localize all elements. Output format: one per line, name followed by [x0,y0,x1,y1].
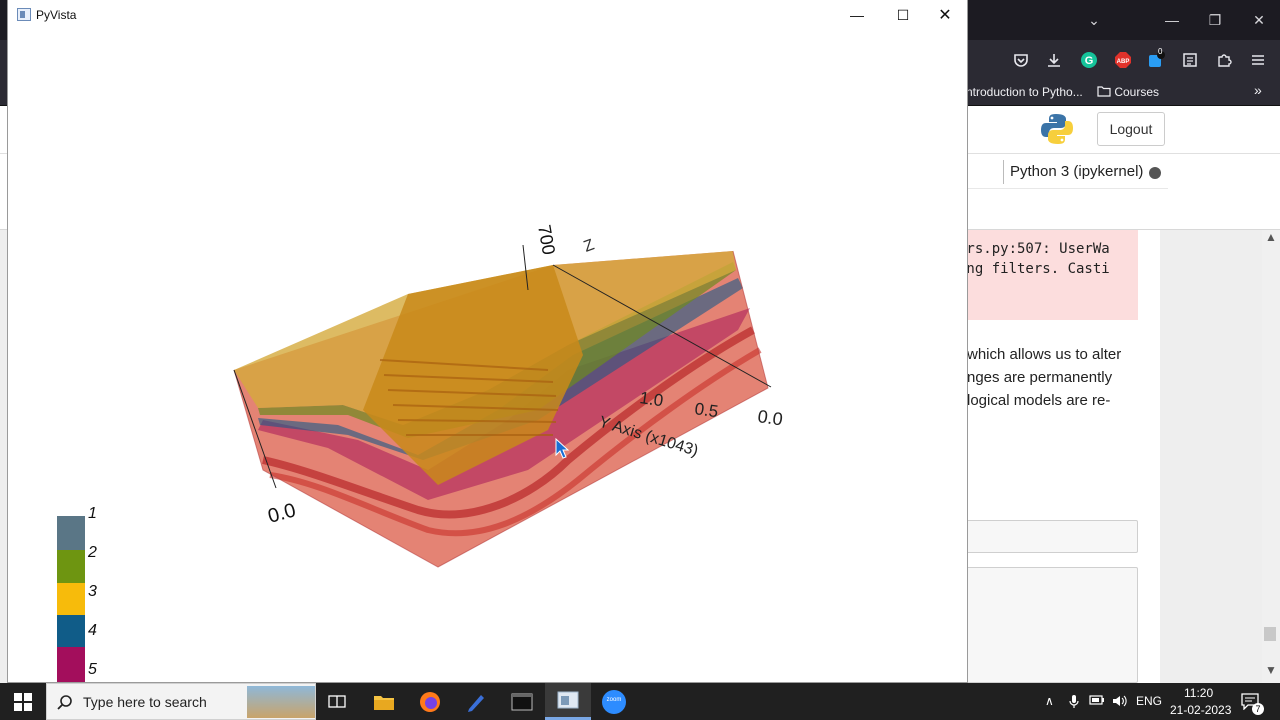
geological-model-scene[interactable]: 1.0 0.5 0.0 Y Axis (x1043) 0.0 700 Z [8,30,968,683]
z-axis-title: Z [582,236,597,255]
browser-restore-button[interactable]: ❐ [1201,8,1229,32]
code-cell-input[interactable] [966,520,1138,553]
windows-taskbar: Type here to search zoom ∧ ENG 11:20 21-… [0,683,1280,720]
download-icon[interactable] [1044,50,1064,70]
start-button[interactable] [0,683,46,720]
extensions-icon[interactable] [1214,50,1234,70]
zoom-button[interactable]: zoom [591,683,637,720]
terminal-icon [511,693,533,710]
task-view-button[interactable] [314,683,360,720]
legend-label-3: 3 [88,583,97,600]
volume-icon[interactable] [1112,694,1128,711]
browser-minimize-button[interactable]: — [1158,8,1186,32]
pyvista-taskbar-button[interactable] [545,683,591,720]
extension-badge-icon[interactable]: 0 [1146,47,1166,70]
legend-label-2: 2 [88,544,97,561]
markdown-line-1: which allows us to alter [967,346,1122,363]
legend-swatch-4 [57,615,85,647]
bookmark-courses-label: Courses [1114,85,1160,99]
tray-overflow-icon[interactable]: ∧ [1045,694,1054,708]
task-view-icon [328,694,346,708]
warning-line-1: ers.py:507: UserWa [968,241,1110,257]
page-scrollbar[interactable]: ▲ ▼ [1262,230,1280,683]
tab-list-button[interactable]: ⌄ [1080,8,1108,32]
windows-logo-icon [14,692,32,711]
close-button[interactable]: ✕ [923,0,967,30]
bookmarks-overflow-icon[interactable]: » [1254,82,1262,98]
firefox-icon [420,691,440,712]
legend-label-4: 4 [88,622,97,639]
scroll-thumb[interactable] [1264,627,1276,641]
pen-app-button[interactable] [453,683,499,720]
minimize-button[interactable]: — [835,0,879,30]
python-logo-icon [1040,112,1074,151]
zoom-label: zoom [606,697,622,703]
firefox-button[interactable] [407,683,453,720]
clock-time[interactable]: 11:20 [1184,686,1213,700]
extension-badge-count: 0 [1158,47,1163,56]
language-indicator[interactable]: ENG [1136,694,1162,708]
window-title: PyVista [36,8,77,22]
legend-label-1: 1 [88,505,97,522]
terminal-button[interactable] [499,683,545,720]
legend-swatch-2 [57,550,85,583]
logout-button[interactable]: Logout [1097,112,1165,146]
bookmark-intro-python[interactable]: ntroduction to Pytho... [966,85,1083,99]
pocket-icon[interactable] [1011,50,1031,70]
pen-icon [468,694,484,712]
warning-output: ers.py:507: UserWa ing filters. Casti [968,230,1138,320]
bookmark-courses[interactable]: Courses [1097,85,1159,99]
menu-icon[interactable] [1248,50,1268,70]
legend-swatch-5 [57,647,85,682]
x-origin-label: 0.0 [266,499,299,527]
browser-close-button[interactable]: ✕ [1245,8,1273,32]
battery-icon[interactable] [1089,694,1105,709]
pyvista-window: PyVista — ☐ ✕ 1.0 0.5 0.0 Y Axis (x1043)… [7,0,968,683]
z-top-label: 700 [534,223,559,256]
svg-text:ABP: ABP [1117,59,1130,65]
y-tick-label-3: 0.0 [756,406,784,429]
notification-count: 7 [1252,703,1264,715]
microphone-icon[interactable] [1068,694,1080,711]
adblock-icon[interactable]: ABP [1113,50,1133,70]
pyvista-app-icon [17,8,31,21]
legend-swatch-3 [57,583,85,615]
file-explorer-button[interactable] [361,683,407,720]
search-placeholder: Type here to search [83,694,207,710]
search-highlight-image [247,686,315,718]
markdown-line-3: logical models are re- [967,392,1111,409]
scroll-up-icon[interactable]: ▲ [1265,230,1277,244]
render-canvas[interactable]: 1.0 0.5 0.0 Y Axis (x1043) 0.0 700 Z 1 2… [8,30,968,683]
y-tick-label-2: 0.5 [693,399,719,421]
svg-text:G: G [1085,55,1094,67]
taskbar-search[interactable]: Type here to search [46,683,316,720]
search-icon [57,695,72,710]
legend-swatch-1 [57,516,85,550]
markdown-line-2: nges are permanently [967,369,1113,386]
code-cell-input-2[interactable] [966,567,1138,683]
grammarly-icon[interactable]: G [1079,50,1099,70]
folder-icon [374,695,394,710]
clock-date[interactable]: 21-02-2023 [1170,703,1231,717]
pyvista-titlebar[interactable]: PyVista — ☐ ✕ [8,0,967,30]
y-tick-label-1: 1.0 [638,388,664,410]
kernel-toolbar-row [968,154,1168,189]
warning-line-2: ing filters. Casti [968,261,1110,277]
maximize-button[interactable]: ☐ [881,0,925,30]
pyvista-window-icon [557,691,579,709]
reader-view-icon[interactable] [1180,50,1200,70]
scroll-down-icon[interactable]: ▼ [1265,663,1277,677]
folder-icon [1097,86,1111,97]
legend-label-5: 5 [88,661,97,678]
